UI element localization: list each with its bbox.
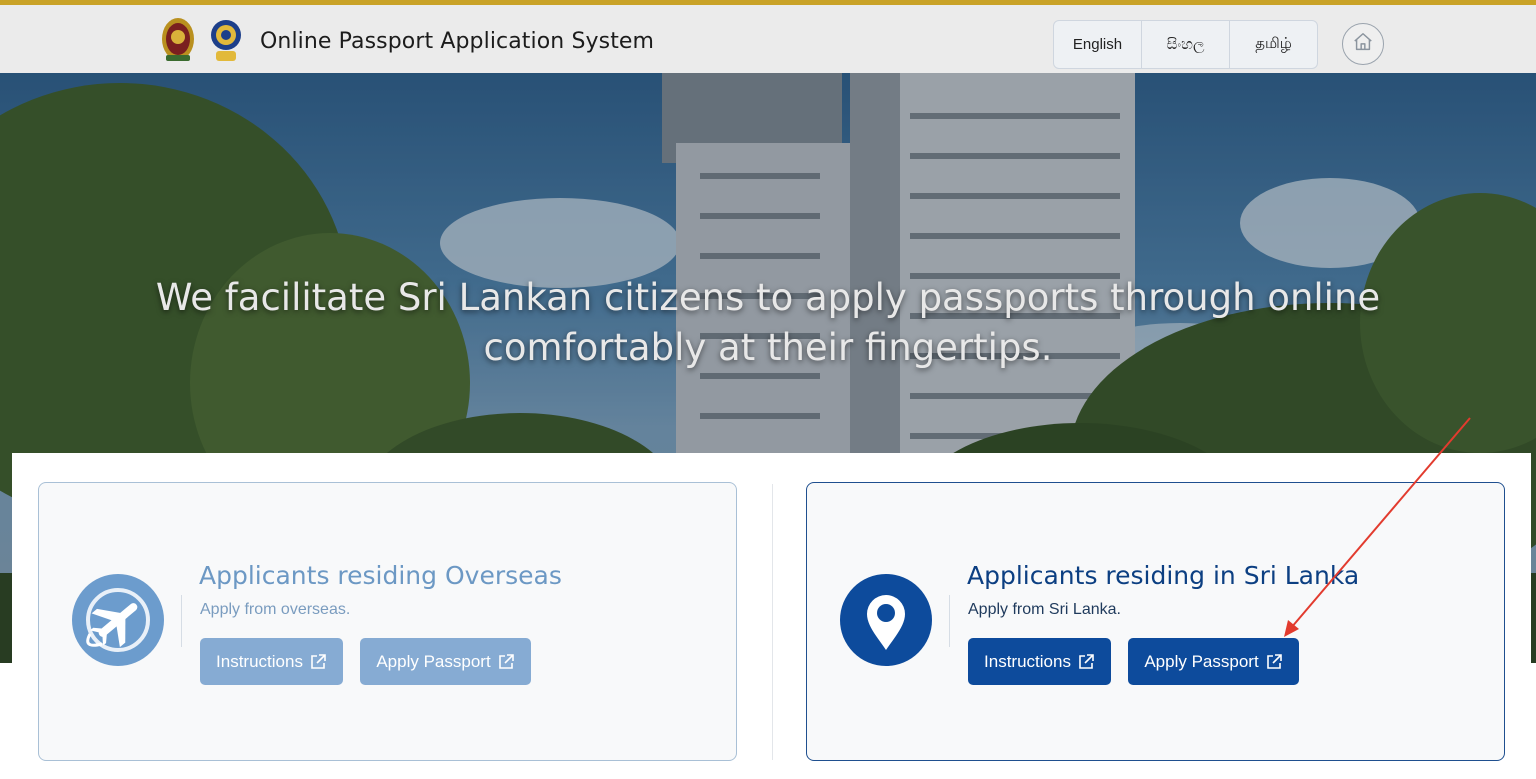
external-link-icon bbox=[1265, 653, 1283, 671]
srilanka-card-title: Applicants residing in Sri Lanka bbox=[967, 561, 1360, 590]
home-icon bbox=[1352, 31, 1374, 58]
site-header: Online Passport Application System Engli… bbox=[0, 5, 1536, 73]
lang-tamil-button[interactable]: தமிழ் bbox=[1230, 21, 1317, 68]
home-button[interactable] bbox=[1342, 23, 1384, 65]
srilanka-apply-passport-button[interactable]: Apply Passport bbox=[1128, 638, 1299, 685]
external-link-icon bbox=[497, 653, 515, 671]
external-link-icon bbox=[1077, 653, 1095, 671]
hero-tagline-line-1: We facilitate Sri Lankan citizens to app… bbox=[155, 276, 1381, 319]
external-link-icon bbox=[309, 653, 327, 671]
srilanka-instructions-label: Instructions bbox=[984, 651, 1071, 671]
overseas-card-title: Applicants residing Overseas bbox=[199, 561, 562, 590]
srilanka-applicants-card: Applicants residing in Sri Lanka Apply f… bbox=[806, 482, 1505, 761]
card-separator bbox=[949, 595, 950, 647]
hero-tagline-line-2: comfortably at their fingertips. bbox=[483, 326, 1053, 369]
card-separator bbox=[181, 595, 182, 647]
overseas-apply-passport-button[interactable]: Apply Passport bbox=[360, 638, 531, 685]
srilanka-apply-passport-label: Apply Passport bbox=[1144, 651, 1259, 671]
location-pin-icon bbox=[840, 574, 932, 666]
department-emblem-logo bbox=[208, 15, 244, 63]
lang-english-button[interactable]: English bbox=[1054, 21, 1142, 68]
overseas-applicants-card: Applicants residing Overseas Apply from … bbox=[38, 482, 737, 761]
panel-divider bbox=[772, 484, 773, 760]
overseas-card-subtitle: Apply from overseas. bbox=[200, 601, 351, 618]
overseas-apply-passport-label: Apply Passport bbox=[376, 651, 491, 671]
srilanka-card-subtitle: Apply from Sri Lanka. bbox=[968, 601, 1121, 618]
overseas-instructions-button[interactable]: Instructions bbox=[200, 638, 343, 685]
national-emblem-logo bbox=[160, 15, 196, 63]
overseas-instructions-label: Instructions bbox=[216, 651, 303, 671]
hero-tagline: We facilitate Sri Lankan citizens to app… bbox=[0, 273, 1536, 373]
srilanka-instructions-button[interactable]: Instructions bbox=[968, 638, 1111, 685]
site-title: Online Passport Application System bbox=[260, 29, 655, 54]
lang-sinhala-button[interactable]: සිංහල bbox=[1142, 21, 1230, 68]
plane-globe-icon bbox=[72, 574, 164, 666]
language-switcher: English සිංහල தமிழ் bbox=[1053, 20, 1318, 69]
